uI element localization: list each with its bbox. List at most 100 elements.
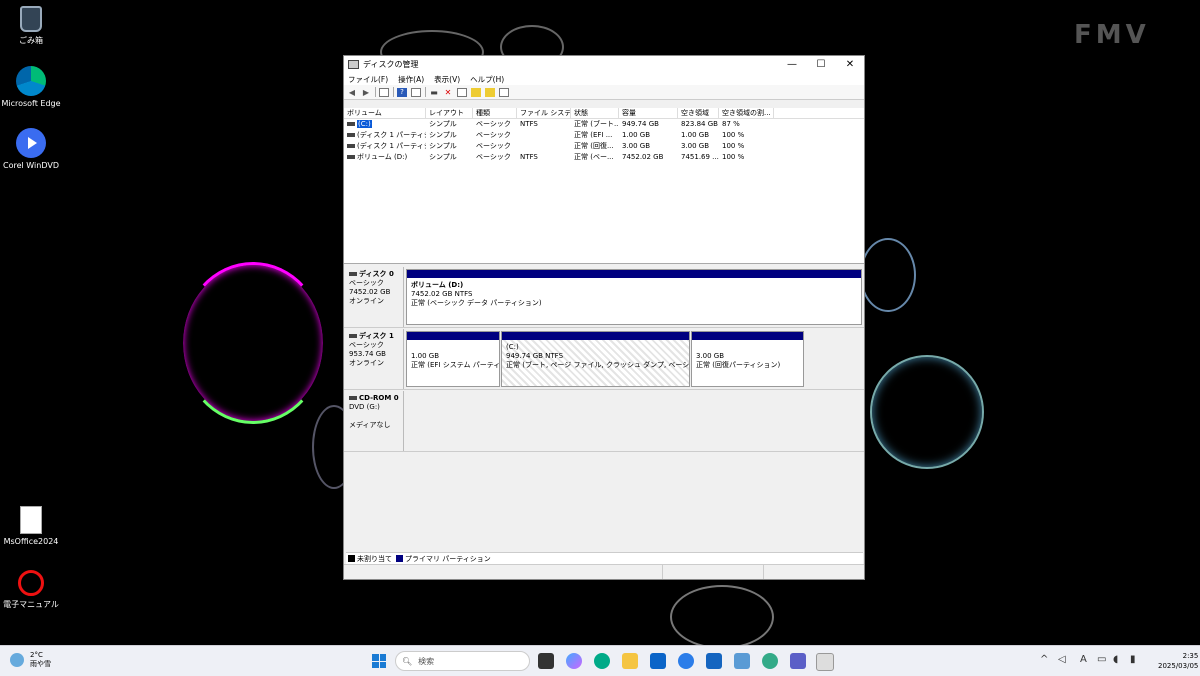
partition-efi[interactable]: 1.00 GB 正常 (EFI システム パーティション) xyxy=(406,331,500,387)
chevron-up-icon[interactable]: ^ xyxy=(1040,654,1048,665)
column-header[interactable]: 空き領域 xyxy=(678,108,719,118)
open-icon[interactable] xyxy=(485,87,495,97)
volume-icon[interactable]: ◖ xyxy=(1113,654,1118,665)
disk-name: ディスク 1 xyxy=(349,332,403,341)
column-header[interactable]: ファイル システム xyxy=(517,108,571,118)
column-header[interactable]: 空き領域の割... xyxy=(719,108,774,118)
disk-status: メディアなし xyxy=(349,421,391,429)
table-cell: 正常 (EFI ... xyxy=(574,131,613,139)
new-icon[interactable] xyxy=(471,87,481,97)
search-box[interactable]: 🔍︎ 検索 xyxy=(395,651,530,671)
menu-view[interactable]: 表示(V) xyxy=(434,74,460,85)
table-cell: 87 % xyxy=(722,120,740,128)
delete-icon[interactable]: ✕ xyxy=(443,88,453,97)
table-cell: 100 % xyxy=(722,131,745,139)
weather-widget[interactable]: 2°C 雨や雪 xyxy=(10,651,51,669)
partition-d[interactable]: ボリューム (D:) 7452.02 GB NTFS 正常 (ベーシック データ… xyxy=(406,269,862,325)
disk-status: オンライン xyxy=(349,297,384,305)
table-cell: 正常 (ブート... xyxy=(574,120,619,128)
menu-action[interactable]: 操作(A) xyxy=(398,74,424,85)
close-button[interactable]: ✕ xyxy=(836,56,864,73)
disk-size: 953.74 GB xyxy=(349,350,386,358)
disk-management-icon xyxy=(348,60,359,69)
mail-icon[interactable] xyxy=(678,653,694,669)
disk-graph-pane: ディスク 0 ベーシック 7452.02 GB オンライン ボリューム (D:)… xyxy=(344,267,864,549)
table-row[interactable]: (ディスク 1 パーティシ... シンプル ベーシック 正常 (EFI ... … xyxy=(344,130,864,141)
desktop-icon-label: 電子マニュアル xyxy=(3,600,59,609)
partition-bar xyxy=(407,270,861,278)
taskbar: 2°C 雨や雪 🔍︎ 検索 ^ ◁ A ▭ ◖ ▮ 2:35 2025/03/0… xyxy=(0,645,1200,676)
back-icon[interactable]: ◀ xyxy=(347,88,357,97)
store-icon[interactable] xyxy=(706,653,722,669)
column-header[interactable]: レイアウト xyxy=(426,108,473,118)
disk-size xyxy=(349,412,403,421)
menu-help[interactable]: ヘルプ(H) xyxy=(470,74,504,85)
partition-status: 正常 (ベーシック データ パーティション) xyxy=(411,299,542,307)
status-panel xyxy=(344,565,663,579)
pen-icon[interactable]: ◁ xyxy=(1058,654,1066,665)
table-row[interactable]: (ディスク 1 パーティシ... シンプル ベーシック 正常 (回復... 3.… xyxy=(344,141,864,152)
column-header[interactable]: 種類 xyxy=(473,108,517,118)
copilot-icon[interactable] xyxy=(566,653,582,669)
disk-label[interactable]: CD-ROM 0 DVD (G:) メディアなし xyxy=(344,391,404,451)
disk-type: ベーシック xyxy=(349,341,384,349)
explorer-icon[interactable] xyxy=(622,653,638,669)
title-bar[interactable]: ディスクの管理 — ☐ ✕ xyxy=(344,56,864,73)
connect-icon[interactable]: ▬ xyxy=(429,88,439,97)
maximize-button[interactable]: ☐ xyxy=(807,56,835,73)
partition-status: 正常 (ブート, ページ ファイル, クラッシュ ダンプ, ベーシック データ … xyxy=(506,361,689,369)
table-cell: 100 % xyxy=(722,153,745,161)
start-button[interactable] xyxy=(372,654,386,668)
display-icon[interactable]: ▭ xyxy=(1097,654,1106,665)
desktop-icon-msoffice[interactable]: MsOffice2024 xyxy=(0,506,66,546)
column-header[interactable]: ボリューム xyxy=(344,108,426,118)
bubble-decoration xyxy=(870,355,984,469)
view-icon[interactable] xyxy=(411,87,421,97)
disk-label[interactable]: ディスク 1 ベーシック 953.74 GB オンライン xyxy=(344,329,404,389)
teams-icon[interactable] xyxy=(790,653,806,669)
partition-recovery[interactable]: 3.00 GB 正常 (回復パーティション) xyxy=(691,331,804,387)
menu-file[interactable]: ファイル(F) xyxy=(348,74,388,85)
maps-icon[interactable] xyxy=(762,653,778,669)
desktop-icon-label: ごみ箱 xyxy=(19,36,43,45)
clock[interactable]: 2:35 2025/03/05 xyxy=(1158,651,1198,671)
table-row[interactable]: ボリューム (D:) シンプル ベーシック NTFS 正常 (ベー... 745… xyxy=(344,152,864,163)
disk-label[interactable]: ディスク 0 ベーシック 7452.02 GB オンライン xyxy=(344,267,404,327)
forward-icon[interactable]: ▶ xyxy=(361,88,371,97)
edge-icon[interactable] xyxy=(594,653,610,669)
table-cell: NTFS xyxy=(520,120,538,128)
outlook-icon[interactable] xyxy=(650,653,666,669)
table-row[interactable]: (C:) シンプル ベーシック NTFS 正常 (ブート... 949.74 G… xyxy=(344,119,864,130)
minimize-button[interactable]: — xyxy=(778,56,806,73)
bubble-decoration xyxy=(860,238,916,312)
ime-icon[interactable]: A xyxy=(1080,654,1087,665)
partition-c[interactable]: (C:) 949.74 GB NTFS 正常 (ブート, ページ ファイル, ク… xyxy=(501,331,690,387)
help-icon[interactable]: ? xyxy=(397,87,407,97)
disk-row-cdrom: CD-ROM 0 DVD (G:) メディアなし xyxy=(344,391,864,452)
legend: 未割り当て プライマリ パーティション xyxy=(346,552,863,564)
task-view-icon[interactable] xyxy=(538,653,554,669)
battery-icon[interactable]: ▮ xyxy=(1130,654,1136,665)
volume-icon xyxy=(347,144,355,148)
disk-management-icon[interactable] xyxy=(816,653,834,671)
status-panel xyxy=(663,565,764,579)
desktop-icon-edge[interactable]: Microsoft Edge xyxy=(0,66,66,108)
desktop-icon-manual[interactable]: 電子マニュアル xyxy=(0,570,66,610)
volume-list-header: ボリューム レイアウト 種類 ファイル システム 状態 容量 空き領域 空き領域… xyxy=(344,108,864,119)
volume-name: ボリューム (D:) xyxy=(357,153,408,161)
desktop-icon-windvd[interactable]: Corel WinDVD xyxy=(0,128,66,170)
list-icon[interactable] xyxy=(499,87,509,97)
volume-icon xyxy=(347,155,355,159)
column-header[interactable]: 状態 xyxy=(571,108,619,118)
desktop-icon-label: MsOffice2024 xyxy=(3,537,59,546)
column-header[interactable]: 容量 xyxy=(619,108,678,118)
status-bar xyxy=(344,564,864,579)
partition-size: 949.74 GB NTFS xyxy=(506,352,564,360)
check-icon[interactable] xyxy=(457,87,467,97)
partition-name: (C:) xyxy=(506,343,519,351)
properties-icon[interactable] xyxy=(379,87,389,97)
photos-icon[interactable] xyxy=(734,653,750,669)
table-cell: (ディスク 1 パーティシ... xyxy=(344,141,426,152)
partition-status: 正常 (EFI システム パーティション) xyxy=(411,361,499,369)
desktop-icon-recycle-bin[interactable]: ごみ箱 xyxy=(0,6,66,46)
